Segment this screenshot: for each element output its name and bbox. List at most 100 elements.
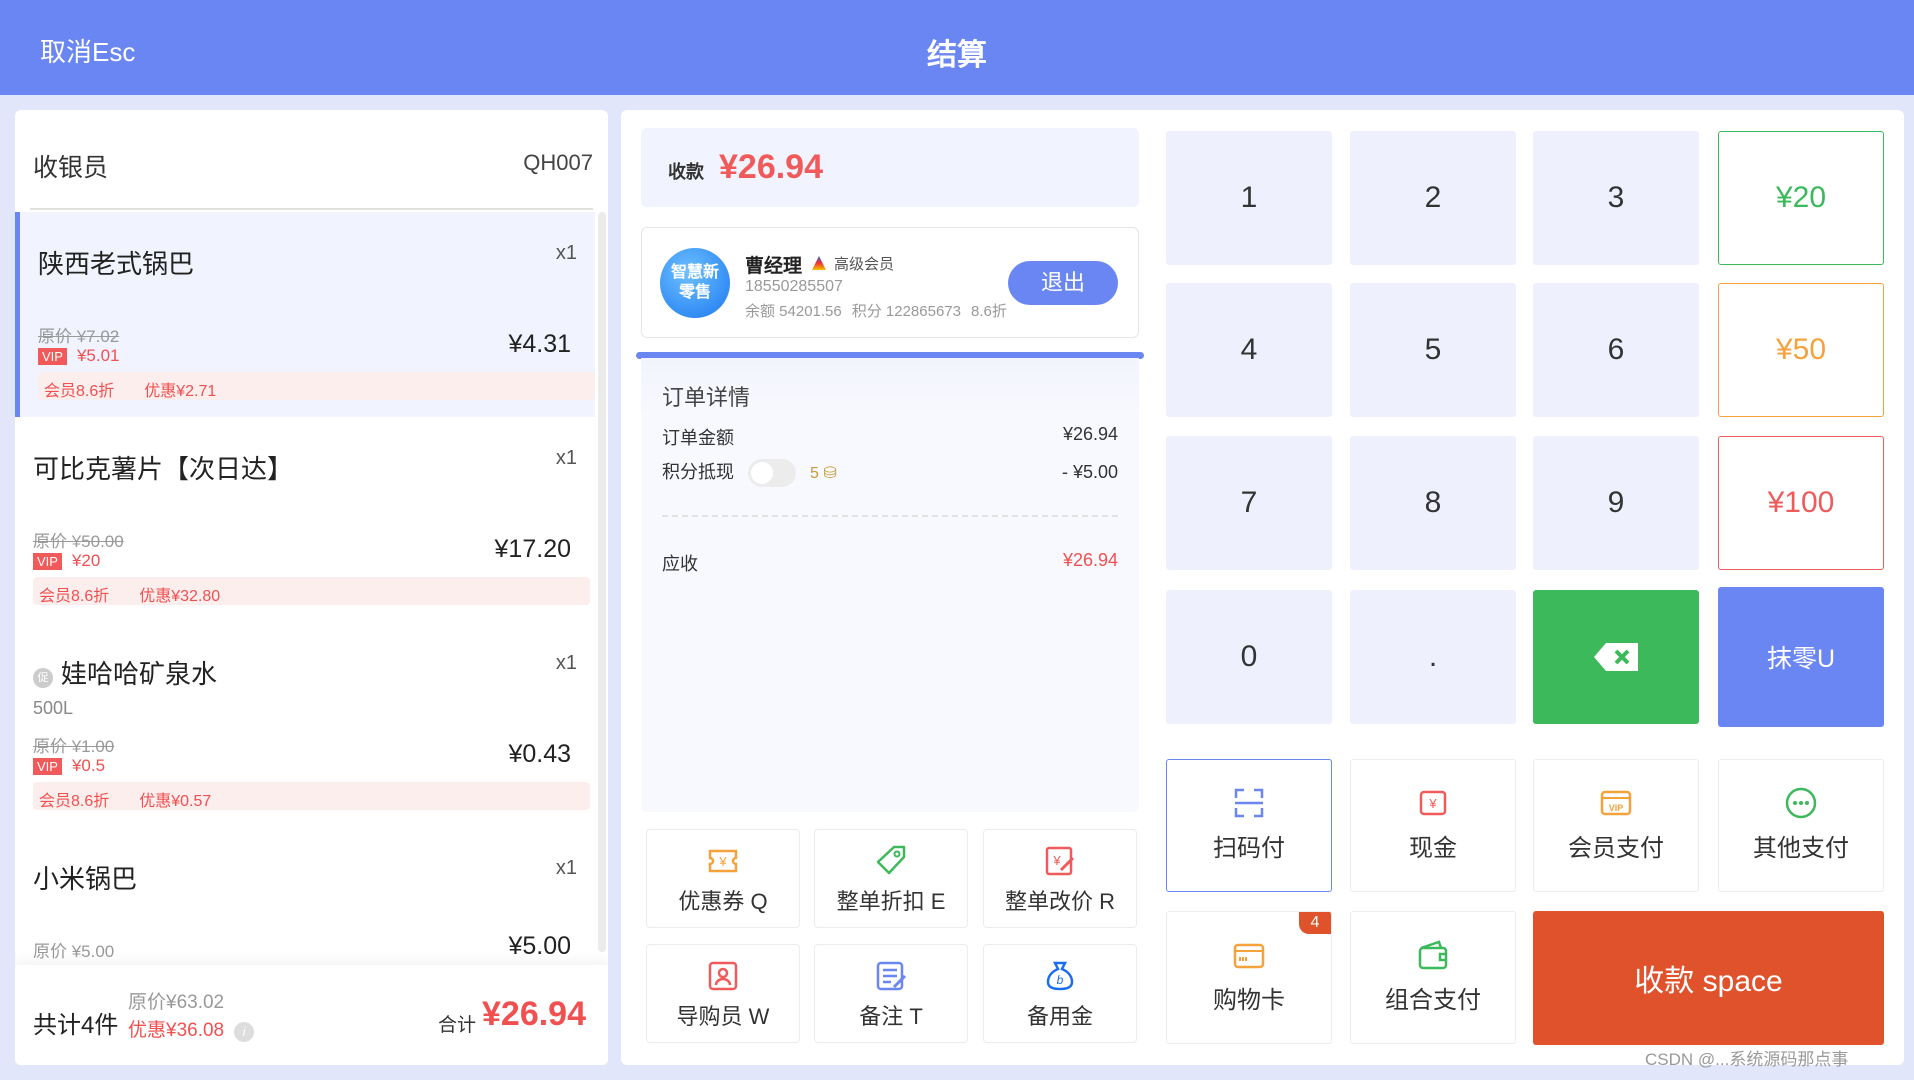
order-amount-row: 订单金额¥26.94 — [662, 424, 1118, 450]
points-deduct: - ¥5.00 — [1062, 454, 1118, 490]
level-text: 高级会员 — [834, 256, 894, 273]
count-badge: 4 — [1299, 912, 1331, 934]
note-button[interactable]: 备注 T — [814, 944, 968, 1043]
item-price: ¥5.00 — [508, 932, 571, 961]
item-saving: 优惠¥32.80 — [139, 588, 220, 605]
scrollbar[interactable] — [598, 212, 606, 952]
backspace-button[interactable] — [1533, 590, 1699, 724]
money-bag-icon: b — [1043, 959, 1077, 993]
pay-label: 其他支付 — [1753, 835, 1849, 862]
backspace-icon — [1592, 641, 1640, 673]
discount-button[interactable]: 整单折扣 E — [814, 829, 968, 928]
cart-item[interactable]: 陕西老式锅巴 x1 原价 ¥7.02 VIP¥5.01 ¥4.31 会员8.6折… — [15, 212, 595, 417]
quick-20-button[interactable]: ¥20 — [1718, 131, 1884, 265]
key-7[interactable]: 7 — [1166, 436, 1332, 570]
item-name: 小米锅巴 — [33, 859, 137, 896]
points-label: 积分抵现 — [662, 462, 734, 482]
key-3[interactable]: 3 — [1533, 131, 1699, 265]
key-2[interactable]: 2 — [1350, 131, 1516, 265]
member-phone: 18550285507 — [745, 278, 843, 296]
member-pay-button[interactable]: VIP会员支付 — [1533, 759, 1699, 892]
more-icon — [1784, 786, 1818, 820]
watermark: CSDN @...系统源码那点事 — [1645, 1045, 1848, 1070]
item-orig-price: 原价 ¥1.00 — [33, 732, 114, 757]
key-0[interactable]: 0 — [1166, 590, 1332, 724]
member-stats: 余额 54201.56积分 1228656738.6折 — [745, 300, 1017, 321]
key-9[interactable]: 9 — [1533, 436, 1699, 570]
points-toggle[interactable] — [748, 459, 796, 487]
total-orig: 原价¥63.02 — [128, 987, 224, 1014]
key-8[interactable]: 8 — [1350, 436, 1516, 570]
combo-pay-button[interactable]: 组合支付 — [1350, 911, 1516, 1044]
pay-label: 扫码付 — [1213, 835, 1285, 862]
item-vip-price: VIP¥5.01 — [38, 346, 120, 366]
cart-item[interactable]: 可比克薯片【次日达】 x1 原价 ¥50.00 VIP¥20 ¥17.20 会员… — [15, 417, 595, 622]
round-off-button[interactable]: 抹零U — [1718, 587, 1884, 727]
coupon-icon: ¥ — [706, 844, 740, 878]
item-orig-price: 原价 ¥50.00 — [33, 527, 124, 552]
cash-button[interactable]: ¥ 现金 — [1350, 759, 1516, 892]
item-orig-price: 原价 ¥7.02 — [38, 322, 119, 347]
member-discount: 会员8.6折 — [39, 588, 109, 605]
action-label: 整单折扣 E — [837, 889, 946, 914]
item-vip-price: VIP ¥20 — [33, 551, 100, 571]
member-discount: 会员8.6折 — [44, 383, 114, 400]
quick-100-button[interactable]: ¥100 — [1718, 436, 1884, 570]
svg-text:¥: ¥ — [1428, 796, 1437, 811]
shopping-card-button[interactable]: 4 购物卡 — [1166, 911, 1332, 1044]
pay-label: 购物卡 — [1213, 987, 1285, 1014]
cart-panel: 收银员 QH007 陕西老式锅巴 x1 原价 ¥7.02 VIP¥5.01 ¥4… — [15, 110, 608, 1065]
guide-icon — [706, 959, 740, 993]
member-discount-rate: 8.6折 — [971, 303, 1007, 320]
item-count: 共计4件 — [33, 1005, 118, 1040]
item-price: ¥0.43 — [508, 740, 571, 769]
cart-item[interactable]: 促娃哈哈矿泉水 x1 500L 原价 ¥1.00 VIP¥0.5 ¥0.43 会… — [15, 622, 595, 827]
vip-badge: VIP — [33, 758, 62, 775]
order-detail-title: 订单详情 — [662, 380, 750, 412]
guide-button[interactable]: 导购员 W — [646, 944, 800, 1043]
vip-badge: VIP — [33, 553, 62, 570]
item-name: 可比克薯片【次日达】 — [33, 449, 293, 486]
quick-50-button[interactable]: ¥50 — [1718, 283, 1884, 417]
item-saving: 优惠¥2.71 — [144, 383, 216, 400]
scan-pay-button[interactable]: 扫码付 — [1166, 759, 1332, 892]
dashed-divider — [662, 515, 1118, 517]
info-icon[interactable]: i — [234, 1022, 254, 1042]
action-label: 整单改价 R — [1005, 889, 1115, 914]
action-label: 备用金 — [1027, 1004, 1093, 1029]
points-value: 5 — [810, 465, 819, 482]
coupon-button[interactable]: ¥优惠券 Q — [646, 829, 800, 928]
petty-cash-button[interactable]: b 备用金 — [983, 944, 1137, 1043]
header: 取消Esc 结算 — [0, 0, 1914, 95]
vip-price: ¥0.5 — [72, 756, 105, 775]
key-1[interactable]: 1 — [1166, 131, 1332, 265]
cashier-code: QH007 — [523, 150, 593, 176]
note-icon — [874, 959, 908, 993]
member-balance: 余额 54201.56 — [745, 303, 842, 320]
scan-icon — [1232, 786, 1266, 820]
avatar: 智慧新零售 — [660, 248, 730, 318]
vip-price: ¥5.01 — [77, 346, 120, 365]
due-row: 应收¥26.94 — [662, 550, 1118, 576]
logout-button[interactable]: 退出 — [1008, 261, 1118, 305]
svg-text:¥: ¥ — [718, 854, 727, 869]
item-saving: 优惠¥0.57 — [139, 793, 211, 810]
item-orig-price: 原价 ¥5.00 — [33, 937, 114, 962]
checkout-button[interactable]: 收款 space — [1533, 911, 1884, 1045]
key-dot[interactable]: . — [1350, 590, 1516, 724]
price-change-button[interactable]: ¥ 整单改价 R — [983, 829, 1137, 928]
item-discount: 会员8.6折 优惠¥2.71 — [38, 372, 595, 400]
due-label: 应收 — [662, 554, 698, 574]
card-icon — [1232, 938, 1266, 972]
key-6[interactable]: 6 — [1533, 283, 1699, 417]
pay-label: 现金 — [1409, 835, 1457, 862]
key-5[interactable]: 5 — [1350, 283, 1516, 417]
vip-price: ¥20 — [72, 551, 100, 570]
other-pay-button[interactable]: 其他支付 — [1718, 759, 1884, 892]
price-edit-icon: ¥ — [1043, 844, 1077, 878]
order-amount: ¥26.94 — [1063, 424, 1118, 445]
item-spec: 500L — [33, 698, 73, 719]
key-4[interactable]: 4 — [1166, 283, 1332, 417]
item-name: 促娃哈哈矿泉水 — [33, 654, 217, 691]
points-row: 积分抵现5 ⛁- ¥5.00 — [662, 454, 1118, 492]
